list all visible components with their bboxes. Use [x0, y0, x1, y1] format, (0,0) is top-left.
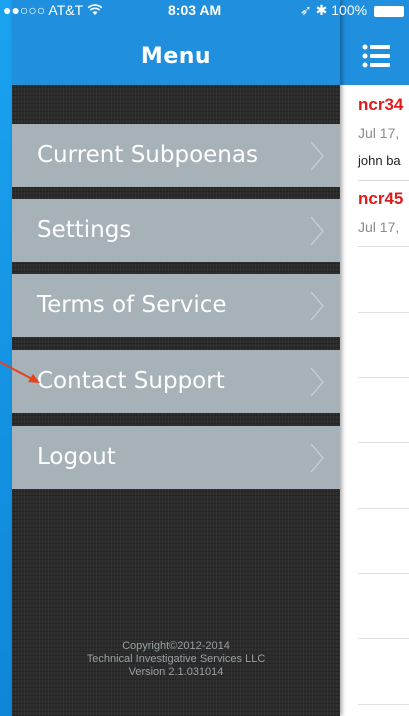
chevron-right-icon	[310, 443, 324, 473]
menu-item-label: Current Subpoenas	[37, 142, 258, 168]
chevron-right-icon	[310, 141, 324, 171]
menu-item-label: Contact Support	[37, 368, 225, 394]
menu-item-label: Settings	[37, 217, 132, 243]
company-name: Technical Investigative Services LLC	[86, 653, 266, 665]
item-subtitle: john ba	[358, 153, 401, 168]
chevron-right-icon	[310, 367, 324, 397]
list-divider	[358, 508, 409, 509]
carrier-text: ●●○○○ AT&T	[3, 2, 83, 18]
menu-item-label: Terms of Service	[37, 292, 227, 318]
item-title: ncr45	[358, 189, 404, 208]
status-bar: ●●○○○ AT&T 8:03 AM ➶ ✱ 100%	[0, 0, 409, 20]
menu-item-settings[interactable]: Settings	[12, 199, 340, 262]
menu-item-terms-of-service[interactable]: Terms of Service	[12, 274, 340, 337]
content-panel: ncr34 Jul 17, john ba ncr45 Jul 17,	[340, 0, 409, 716]
list-divider	[358, 704, 409, 705]
carrier-label: ●●○○○ AT&T	[3, 2, 103, 18]
menu-item-logout[interactable]: Logout	[12, 426, 340, 489]
item-title: ncr34	[358, 95, 404, 114]
chevron-right-icon	[310, 291, 324, 321]
menu-item-contact-support[interactable]: Contact Support	[12, 350, 340, 413]
list-divider	[358, 638, 409, 639]
side-menu: Menu Current Subpoenas Settings Terms of…	[12, 0, 340, 716]
list-divider	[358, 442, 409, 443]
item-date: Jul 17,	[358, 125, 400, 141]
item-date: Jul 17,	[358, 219, 400, 235]
menu-item-label: Logout	[37, 444, 116, 470]
annotation-arrow-icon	[0, 361, 40, 383]
list-item[interactable]: ncr34 Jul 17, john ba	[358, 85, 409, 181]
version-text: Version 2.1.031014	[128, 666, 224, 678]
copyright-text: Copyright©2012-2014	[122, 640, 230, 652]
status-time: 8:03 AM	[168, 2, 222, 18]
chevron-right-icon	[310, 216, 324, 246]
battery-icon	[374, 6, 404, 17]
menu-icon[interactable]	[362, 42, 390, 70]
list-item[interactable]: ncr45 Jul 17,	[358, 181, 409, 247]
status-indicators: ➶ ✱ 100%	[300, 2, 368, 18]
list-divider	[358, 312, 409, 313]
copyright-footer: Copyright©2012-2014 Technical Investigat…	[12, 640, 340, 679]
list-divider	[358, 377, 409, 378]
list-divider	[358, 573, 409, 574]
background-strip	[0, 0, 12, 716]
menu-item-current-subpoenas[interactable]: Current Subpoenas	[12, 124, 340, 187]
menu-title: Menu	[140, 44, 212, 69]
wifi-icon	[87, 4, 103, 15]
